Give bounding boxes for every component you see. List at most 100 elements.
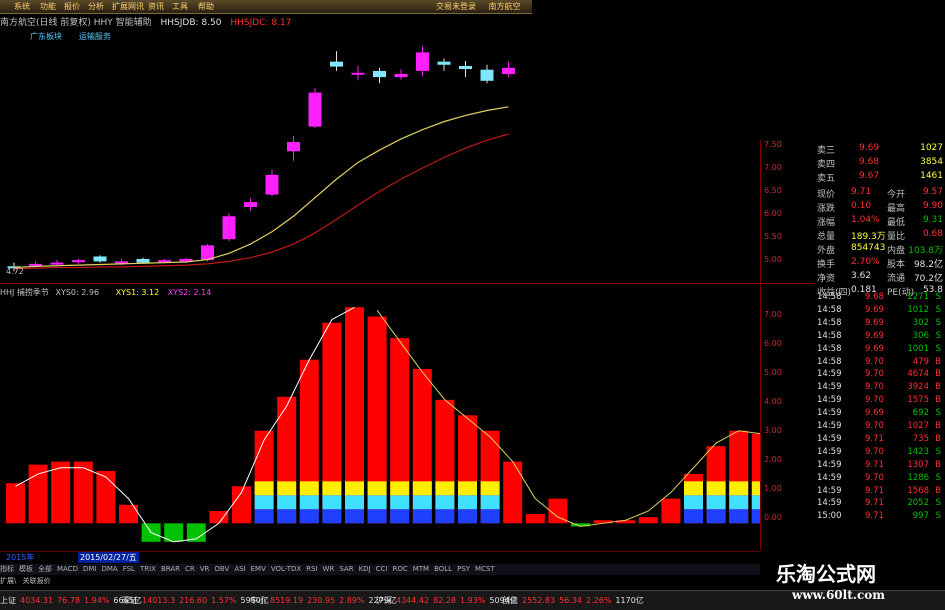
tick-row[interactable]: 14:59 9.71 2052 S xyxy=(815,498,943,510)
index-change: 82.28 xyxy=(433,596,456,605)
tick-row[interactable]: 14:59 9.71 1307 B xyxy=(815,460,943,472)
tick-row[interactable]: 15:00 9.71 997 S xyxy=(815,511,943,523)
indicator-tab[interactable]: 全部 xyxy=(38,565,52,573)
menu-item-function[interactable]: 功能 xyxy=(40,1,56,12)
ask-row[interactable]: 卖四 9.68 3854 xyxy=(815,157,943,171)
tick-row[interactable]: 14:59 9.70 1027 B xyxy=(815,421,943,433)
ask-label: 卖五 xyxy=(817,174,836,184)
tick-price: 9.70 xyxy=(865,369,884,380)
trade-login-status[interactable]: 交易未登录 xyxy=(436,2,476,11)
menu-item-news[interactable]: 资讯 xyxy=(148,1,164,12)
indicator-tab[interactable]: ROC xyxy=(392,565,407,573)
indicator-tab[interactable]: KDJ xyxy=(359,565,371,573)
tick-row[interactable]: 14:59 9.70 1575 B xyxy=(815,395,943,407)
tick-row[interactable]: 14:59 9.71 1568 B xyxy=(815,486,943,498)
status-sz[interactable]: 深证 14013.3 216.60 1.57% 5950亿 xyxy=(122,595,269,606)
price-axis-tick: 5.50 xyxy=(764,232,782,241)
tick-row[interactable]: 14:58 9.68 2271 S xyxy=(815,292,943,304)
status-cy[interactable]: 创业 2552.83 56.34 2.26% 1170亿 xyxy=(502,595,644,606)
indicator-tab[interactable]: CCI xyxy=(376,565,388,573)
tick-row[interactable]: 14:58 9.70 479 B xyxy=(815,357,943,369)
tick-row[interactable]: 14:59 9.69 692 S xyxy=(815,408,943,420)
indicator-tab[interactable]: RSI xyxy=(306,565,317,573)
extension-tab[interactable]: 扩展\ xyxy=(0,577,16,585)
status-zx[interactable]: 中小 8519.19 230.95 2.89% 2279亿 xyxy=(250,595,397,606)
indicator-tab[interactable]: MACD xyxy=(57,565,78,573)
indicator-bar xyxy=(96,470,116,524)
tick-row[interactable]: 14:58 9.69 1012 S xyxy=(815,305,943,317)
ask-volume: 1461 xyxy=(920,171,943,181)
indicator-tab[interactable]: VR xyxy=(200,565,210,573)
candle-body xyxy=(136,258,150,263)
candlestick-chart[interactable] xyxy=(0,40,532,275)
index-label: 上证 xyxy=(0,596,16,605)
tick-row[interactable]: 14:59 9.70 3924 B xyxy=(815,382,943,394)
tick-volume: 2052 xyxy=(907,498,929,509)
indicator-tab[interactable]: WR xyxy=(323,565,335,573)
index-label: 中小 xyxy=(250,596,266,605)
tick-time: 14:59 xyxy=(817,459,842,470)
ask-row[interactable]: 卖五 9.67 1461 xyxy=(815,171,943,185)
tick-volume: 997 xyxy=(912,511,929,522)
status-hs[interactable]: 沪深 4344.42 82.28 1.93% 5094亿 xyxy=(376,595,518,606)
tick-volume: 2271 xyxy=(907,292,929,302)
ask-label: 卖三 xyxy=(817,146,836,156)
tick-row[interactable]: 14:58 9.69 302 S xyxy=(815,318,943,330)
indicator-tab[interactable]: FSL xyxy=(123,565,135,573)
tick-volume: 479 xyxy=(912,356,929,367)
menu-item-extension[interactable]: 扩展网讯 xyxy=(112,1,144,12)
tick-row[interactable]: 14:59 9.71 735 B xyxy=(815,434,943,446)
tick-price: 9.71 xyxy=(865,433,884,444)
tick-time: 14:58 xyxy=(817,330,842,341)
quote-value: 103.8万 xyxy=(908,246,943,256)
indicator-tab[interactable]: OBV xyxy=(214,565,229,573)
tick-row[interactable]: 14:58 9.69 306 S xyxy=(815,331,943,343)
menu-item-analysis[interactable]: 分析 xyxy=(88,1,104,12)
indicator-tab[interactable]: PSY xyxy=(457,565,470,573)
indicator-name[interactable]: HHJ 捕捞季节 xyxy=(0,288,49,297)
indicator-tab[interactable]: BRAR xyxy=(161,565,180,573)
indicator-tab[interactable]: 指标 xyxy=(0,565,14,573)
indicator-tab[interactable]: 模板 xyxy=(19,565,33,573)
index-change: 56.34 xyxy=(559,596,582,605)
tick-row[interactable]: 14:58 9.69 1001 S xyxy=(815,344,943,356)
ask-row[interactable]: 卖三 9.69 1027 xyxy=(815,143,943,157)
tick-side: B xyxy=(935,485,941,496)
related-quote-tab[interactable]: 关联报价 xyxy=(23,577,51,585)
menu-item-quote[interactable]: 报价 xyxy=(64,1,80,12)
index-amount: 1170亿 xyxy=(615,596,644,605)
quote-value: 70.2亿 xyxy=(913,274,943,284)
indicator-tab[interactable]: DMI xyxy=(83,565,97,573)
tick-time: 14:59 xyxy=(817,446,842,457)
indicator-tab[interactable]: VOL-TDX xyxy=(271,565,301,573)
date-cursor: 2015/02/27/五 xyxy=(78,552,139,563)
indicator-tab[interactable]: EMV xyxy=(251,565,266,573)
quote-label: 股本 xyxy=(887,260,906,270)
indicator-tab[interactable]: ASI xyxy=(234,565,245,573)
quote-label: 现价 xyxy=(817,190,836,200)
tick-row[interactable]: 14:59 9.70 4674 B xyxy=(815,369,943,381)
status-sh[interactable]: 上证 4034.31 76.78 1.94% 6665亿 xyxy=(0,595,142,606)
indicator-chart[interactable] xyxy=(0,298,760,548)
tick-time: 14:59 xyxy=(817,408,842,419)
indicator-tab[interactable]: CR xyxy=(185,565,195,573)
quote-label: 净资 xyxy=(817,274,836,284)
tick-price: 9.70 xyxy=(865,395,884,406)
tick-row[interactable]: 14:59 9.70 1286 S xyxy=(815,473,943,485)
indicator-tab[interactable]: MTM xyxy=(413,565,429,573)
indicator-bar-blue xyxy=(322,509,342,524)
date-strip: 2015年 2015/02/27/五 xyxy=(0,551,760,563)
indicator-bar-cyan xyxy=(729,495,749,510)
tick-row[interactable]: 14:59 9.70 1423 S xyxy=(815,447,943,459)
indicator-tab[interactable]: TRIX xyxy=(140,565,156,573)
indicator-tab[interactable]: MCST xyxy=(475,565,495,573)
menu-item-system[interactable]: 系统 xyxy=(14,1,30,12)
candle-body xyxy=(72,260,85,263)
indicator-tab[interactable]: BOLL xyxy=(434,565,452,573)
menu-item-tools[interactable]: 工具 xyxy=(172,1,188,12)
quote-row: 换手 2.70% 股本 98.2亿 xyxy=(815,257,943,271)
menu-item-help[interactable]: 帮助 xyxy=(198,1,214,12)
watermark-title: 乐淘公式网 xyxy=(776,562,876,586)
indicator-tab[interactable]: SAR xyxy=(339,565,353,573)
indicator-tab[interactable]: DMA xyxy=(101,565,117,573)
